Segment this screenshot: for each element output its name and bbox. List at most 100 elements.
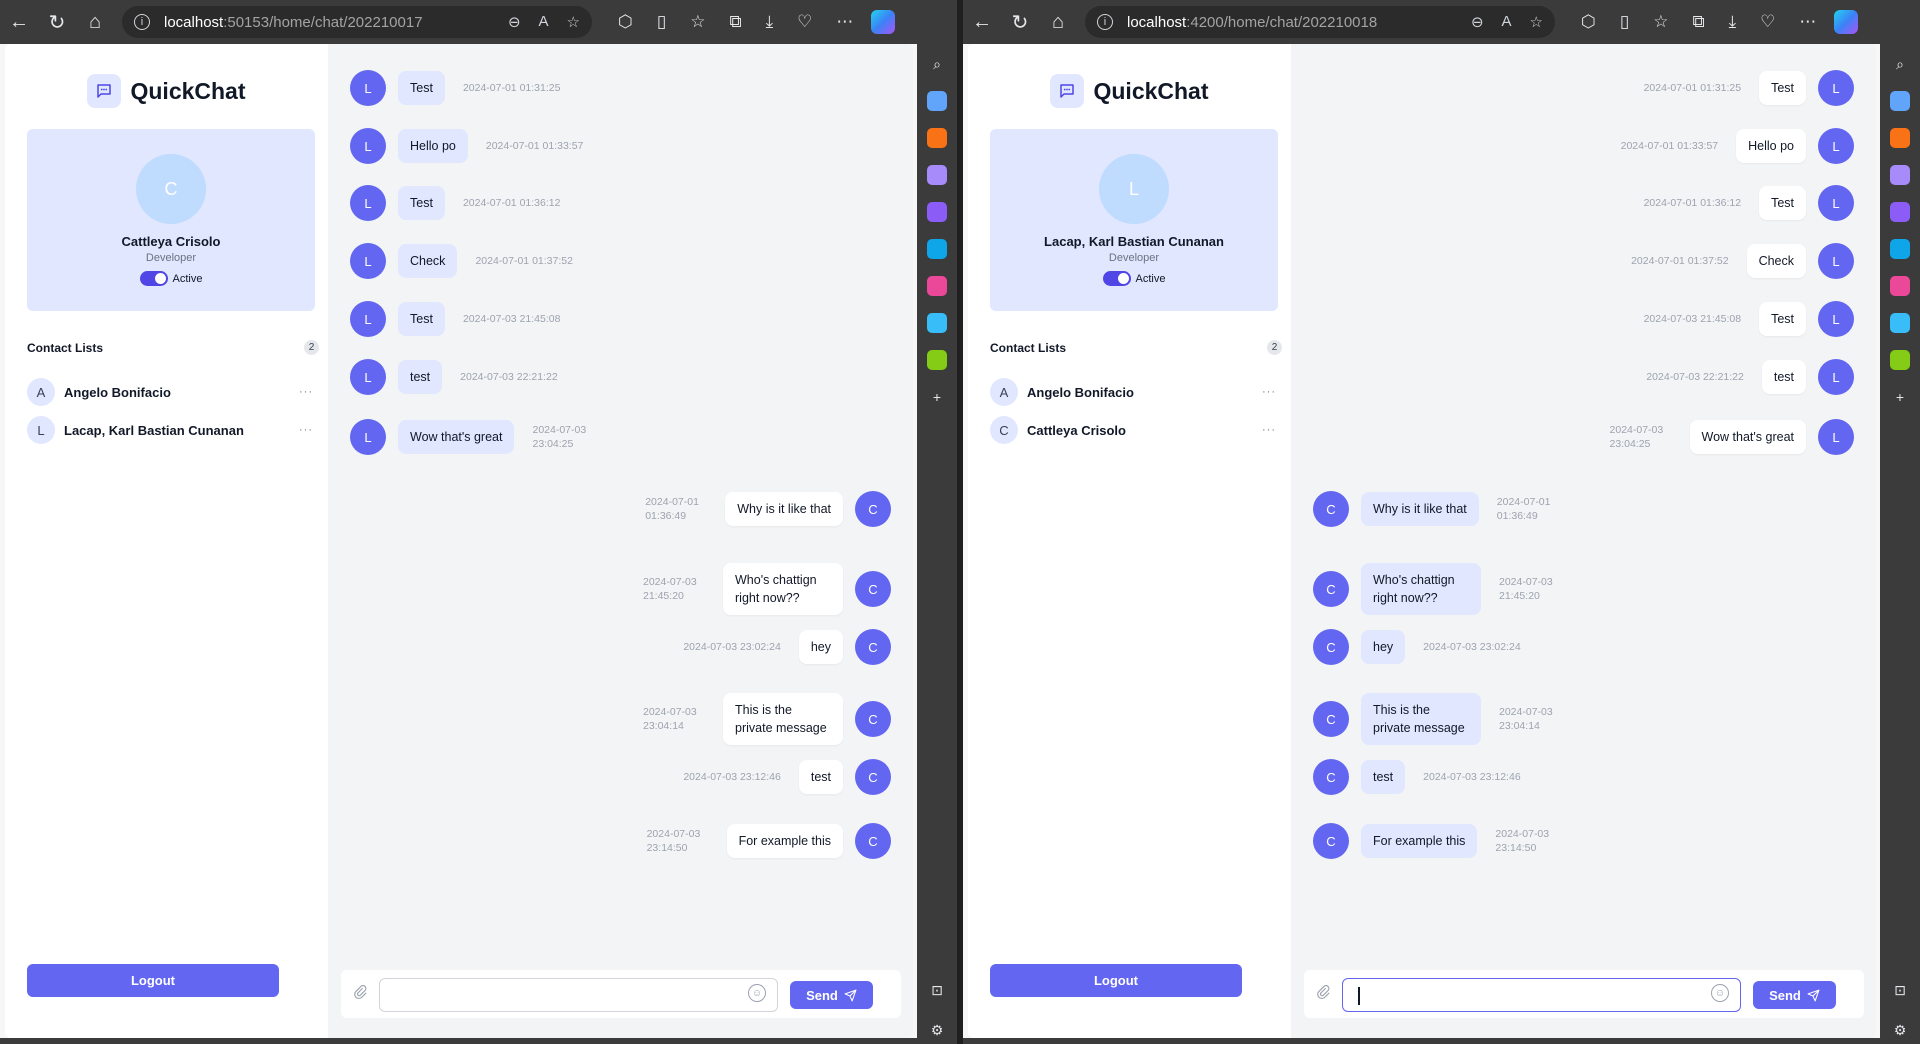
add-icon[interactable]: + [1890, 387, 1910, 407]
home-icon[interactable]: ⌂ [1039, 0, 1077, 44]
message-input[interactable] [1342, 978, 1741, 1012]
browser-essentials-icon[interactable]: ♡ [797, 12, 812, 32]
message-bubble: Test [1759, 186, 1806, 220]
more-dots-icon[interactable]: ··· [1262, 386, 1276, 398]
toolbox-icon[interactable] [927, 128, 947, 148]
message-row: L Test 2024-07-03 21:45:08 [350, 301, 566, 337]
extensions-icon[interactable]: ⬡ [618, 12, 633, 32]
zoom-icon[interactable]: ⊖ [1471, 13, 1484, 31]
message-row: C Why is it like that 2024-07-01 01:36:49 [639, 491, 891, 527]
message-avatar: L [1818, 243, 1854, 279]
send-button[interactable]: Send [790, 981, 873, 1009]
screenshot-icon[interactable]: ⊡ [1890, 980, 1910, 1000]
refresh-icon[interactable]: ↻ [1001, 0, 1039, 44]
settings-gear-icon[interactable]: ⚙ [927, 1020, 947, 1040]
contact-item[interactable]: C Cattleya Crisolo ··· [990, 415, 1282, 445]
games-icon[interactable] [927, 165, 947, 185]
favorites-icon[interactable]: ☆ [1653, 12, 1668, 32]
message-avatar: L [1818, 128, 1854, 164]
favorite-star-icon[interactable]: ☆ [1530, 13, 1543, 31]
profile-avatar: L [1099, 154, 1169, 224]
copilot-app-icon[interactable] [1890, 202, 1910, 222]
message-timestamp: 2024-07-01 01:33:57 [485, 140, 584, 152]
message-bubble: Wow that's great [1689, 420, 1806, 454]
games-icon[interactable] [1890, 165, 1910, 185]
message-input[interactable] [379, 978, 778, 1012]
downloads-icon[interactable]: ⤓ [766, 12, 774, 32]
search-icon[interactable]: ⌕ [927, 54, 947, 74]
active-toggle[interactable] [139, 271, 168, 286]
message-bubble: Test [398, 186, 445, 220]
copilot-icon[interactable] [1834, 10, 1859, 34]
message-row: Ctest 2024-07-03 23:12:46 [1313, 759, 1527, 795]
favorite-star-icon[interactable]: ☆ [567, 13, 580, 31]
more-dots-icon[interactable]: ··· [299, 386, 313, 398]
send-button[interactable]: Send [1753, 981, 1836, 1009]
downloads-icon[interactable]: ⤓ [1729, 12, 1737, 32]
zoom-icon[interactable]: ⊖ [508, 13, 521, 31]
settings-gear-icon[interactable]: ⚙ [1890, 1020, 1910, 1040]
add-icon[interactable]: + [927, 387, 947, 407]
emoji-icon[interactable]: ☺ [748, 984, 766, 1002]
attach-paperclip-icon[interactable] [353, 984, 367, 1005]
logout-button[interactable]: Logout [27, 964, 279, 997]
profile-name: Cattleya Crisolo [121, 234, 221, 249]
refresh-icon[interactable]: ↻ [38, 0, 76, 44]
search-icon[interactable]: ⌕ [1890, 54, 1910, 74]
tree-icon[interactable] [927, 350, 947, 370]
logout-button[interactable]: Logout [990, 964, 1242, 997]
contact-item[interactable]: L Lacap, Karl Bastian Cunanan ··· [27, 415, 319, 445]
more-menu-icon[interactable]: ⋯ [836, 12, 853, 32]
message-bubble: Test [1759, 302, 1806, 336]
copilot-app-icon[interactable] [927, 202, 947, 222]
telegram-icon[interactable] [927, 313, 947, 333]
favorites-icon[interactable]: ☆ [690, 12, 705, 32]
back-icon[interactable]: ← [963, 0, 1001, 44]
address-bar[interactable]: i localhost:4200/home/chat/202210018 ⊖ A… [1085, 6, 1555, 38]
active-toggle[interactable] [1102, 271, 1131, 286]
message-timestamp: 2024-07-01 01:31:25 [1643, 82, 1742, 94]
more-menu-icon[interactable]: ⋯ [1799, 12, 1816, 32]
tree-icon[interactable] [1890, 350, 1910, 370]
extensions-icon[interactable]: ⬡ [1581, 12, 1596, 32]
more-dots-icon[interactable]: ··· [1262, 424, 1276, 436]
message-bubble: Wow that's great [398, 420, 515, 454]
outlook-icon[interactable] [1890, 239, 1910, 259]
sidebar: QuickChat L Lacap, Karl Bastian Cunanan … [968, 44, 1291, 1038]
site-info-icon[interactable]: i [134, 14, 150, 30]
read-aloud-icon[interactable]: A [539, 13, 549, 31]
designer-icon[interactable] [1890, 276, 1910, 296]
tag-icon[interactable] [927, 91, 947, 111]
emoji-icon[interactable]: ☺ [1711, 984, 1729, 1002]
profile-name: Lacap, Karl Bastian Cunanan [1044, 234, 1224, 249]
message-row: Chey 2024-07-03 23:02:24 [677, 629, 891, 665]
tag-icon[interactable] [1890, 91, 1910, 111]
home-icon[interactable]: ⌂ [76, 0, 114, 44]
split-screen-icon[interactable]: ▯ [1620, 12, 1629, 32]
message-timestamp: 2024-07-03 22:21:22 [460, 371, 558, 383]
contact-item[interactable]: A Angelo Bonifacio ··· [990, 377, 1282, 407]
brand-name: QuickChat [130, 77, 246, 104]
browser-window-2: ← ↻ ⌂ i localhost:4200/home/chat/2022100… [963, 0, 1920, 1044]
collections-icon[interactable]: ⧉ [1692, 12, 1704, 32]
back-icon[interactable]: ← [0, 0, 38, 44]
site-info-icon[interactable]: i [1097, 14, 1113, 30]
address-bar[interactable]: i localhost:50153/home/chat/202210017 ⊖ … [122, 6, 592, 38]
copilot-icon[interactable] [871, 10, 896, 34]
designer-icon[interactable] [927, 276, 947, 296]
message-row: L Test 2024-07-01 01:36:12 [1638, 185, 1854, 221]
message-avatar: L [350, 185, 386, 221]
screenshot-icon[interactable]: ⊡ [927, 980, 947, 1000]
telegram-icon[interactable] [1890, 313, 1910, 333]
contact-item[interactable]: A Angelo Bonifacio ··· [27, 377, 319, 407]
split-screen-icon[interactable]: ▯ [657, 12, 666, 32]
read-aloud-icon[interactable]: A [1502, 13, 1512, 31]
toolbox-icon[interactable] [1890, 128, 1910, 148]
send-plane-icon [844, 989, 857, 1001]
sidebar: QuickChat C Cattleya Crisolo Developer A… [5, 44, 328, 1038]
collections-icon[interactable]: ⧉ [729, 12, 741, 32]
browser-essentials-icon[interactable]: ♡ [1760, 12, 1775, 32]
more-dots-icon[interactable]: ··· [299, 424, 313, 436]
attach-paperclip-icon[interactable] [1316, 984, 1330, 1005]
outlook-icon[interactable] [927, 239, 947, 259]
